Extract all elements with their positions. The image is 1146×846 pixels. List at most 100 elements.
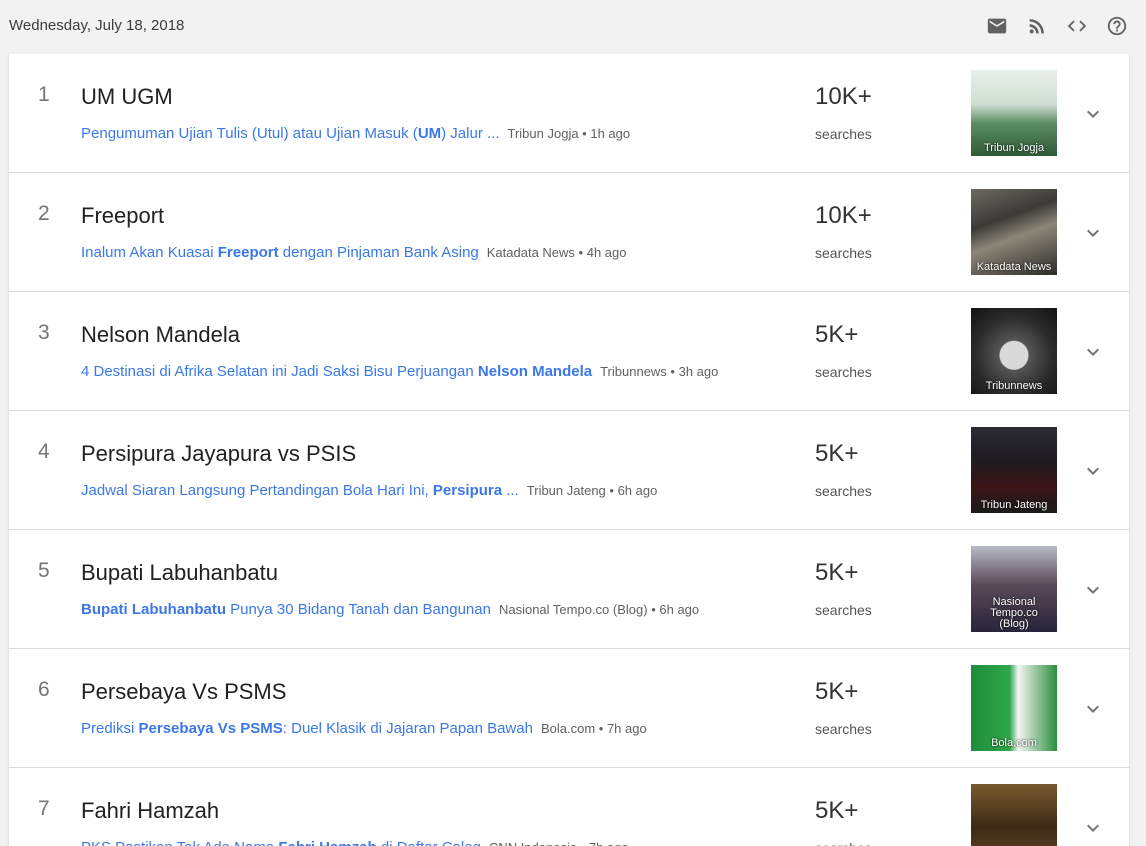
- news-thumbnail[interactable]: Tribun Jogja: [971, 70, 1057, 156]
- article-highlight: UM: [417, 125, 442, 142]
- trend-title[interactable]: Bupati Labuhanbatu: [81, 560, 278, 586]
- article-highlight: Persebaya Vs PSMS: [138, 720, 283, 737]
- article-source: Katadata News: [486, 245, 575, 260]
- trend-row[interactable]: 2 Freeport Inalum Akan Kuasai Freeport den…: [9, 173, 1129, 292]
- chevron-down-icon[interactable]: [1081, 459, 1105, 483]
- trend-title[interactable]: UM UGM: [81, 84, 173, 110]
- meta-separator: •: [577, 840, 589, 846]
- rss-icon[interactable]: [1025, 14, 1048, 38]
- trend-rank: 1: [38, 83, 50, 106]
- chevron-down-icon[interactable]: [1081, 221, 1105, 245]
- article-meta: Katadata News • 4h ago: [487, 245, 627, 260]
- search-count-label: searches: [815, 721, 872, 737]
- article-link[interactable]: Inalum Akan Kuasai Freeport dengan Pinja…: [81, 244, 479, 261]
- meta-separator: •: [595, 721, 607, 736]
- news-thumbnail[interactable]: Tribun Jateng: [971, 427, 1057, 513]
- meta-separator: •: [574, 245, 587, 260]
- news-thumbnail[interactable]: Bola.com: [971, 665, 1057, 751]
- trend-article: Jadwal Siaran Langsung Pertandingan Bola…: [81, 482, 657, 499]
- search-count: 5K+: [815, 321, 859, 348]
- article-source: Tribunnews: [600, 364, 667, 379]
- article-text: ) Jalur ...: [441, 125, 500, 142]
- article-text: Punya 30 Bidang Tanah dan Bangunan: [226, 601, 491, 618]
- chevron-down-icon[interactable]: [1081, 816, 1105, 840]
- trend-article: Prediksi Persebaya Vs PSMS: Duel Klasik …: [81, 720, 647, 737]
- article-link[interactable]: Prediksi Persebaya Vs PSMS: Duel Klasik …: [81, 720, 533, 737]
- chevron-down-icon[interactable]: [1081, 578, 1105, 602]
- trend-title[interactable]: Freeport: [81, 203, 164, 229]
- thumbnail-source: Tribunnews: [985, 380, 1043, 392]
- news-thumbnail[interactable]: Nasional Tempo.co (Blog): [971, 546, 1057, 632]
- thumbnail-source: Tribun Jateng: [980, 499, 1048, 511]
- search-count: 10K+: [815, 83, 872, 110]
- article-text: dengan Pinjaman Bank Asing: [278, 244, 479, 261]
- article-time: 7h ago: [589, 840, 629, 846]
- search-count-label: searches: [815, 483, 872, 499]
- article-text: ...: [502, 482, 519, 499]
- article-text: Jadwal Siaran Langsung Pertandingan Bola…: [81, 482, 433, 499]
- mail-icon[interactable]: [985, 14, 1008, 38]
- chevron-down-icon[interactable]: [1081, 697, 1105, 721]
- article-highlight: Nelson Mandela: [477, 363, 593, 380]
- article-text: Inalum Akan Kuasai: [81, 244, 218, 261]
- trend-title[interactable]: Fahri Hamzah: [81, 798, 219, 824]
- trend-article: 4 Destinasi di Afrika Selatan ini Jadi S…: [81, 363, 718, 380]
- article-meta: Nasional Tempo.co (Blog) • 6h ago: [499, 602, 699, 617]
- trend-row[interactable]: 4 Persipura Jayapura vs PSIS Jadwal Siaran…: [9, 411, 1129, 530]
- article-meta: Tribunnews • 3h ago: [600, 364, 718, 379]
- trend-title[interactable]: Persebaya Vs PSMS: [81, 679, 286, 705]
- search-count-label: searches: [815, 364, 872, 380]
- news-thumbnail[interactable]: Katadata News: [971, 189, 1057, 275]
- article-source: Bola.com: [540, 721, 596, 736]
- trend-rank: 3: [38, 321, 50, 344]
- trend-article: PKS Pastikan Tak Ada Nama Fahri Hamzah d…: [81, 839, 629, 846]
- trend-rank: 6: [38, 678, 50, 701]
- search-count-label: searches: [815, 840, 872, 846]
- article-link[interactable]: Jadwal Siaran Langsung Pertandingan Bola…: [81, 482, 519, 499]
- trend-rank: 5: [38, 559, 50, 582]
- news-thumbnail[interactable]: [971, 784, 1057, 846]
- trend-title[interactable]: Nelson Mandela: [81, 322, 240, 348]
- search-count-label: searches: [815, 245, 872, 261]
- article-time: 4h ago: [586, 245, 627, 260]
- thumbnail-source: Nasional Tempo.co (Blog): [990, 596, 1038, 630]
- meta-separator: •: [647, 602, 660, 617]
- trend-row[interactable]: 6 Persebaya Vs PSMS Prediksi Persebaya Vs …: [9, 649, 1129, 768]
- chevron-down-icon[interactable]: [1081, 102, 1105, 126]
- help-icon[interactable]: [1105, 14, 1128, 38]
- article-link[interactable]: 4 Destinasi di Afrika Selatan ini Jadi S…: [81, 363, 592, 380]
- trend-row[interactable]: 1 UM UGM Pengumuman Ujian Tulis (Utul) ata…: [9, 54, 1129, 173]
- trend-row[interactable]: 5 Bupati Labuhanbatu Bupati Labuhanbatu Pu…: [9, 530, 1129, 649]
- article-highlight: Bupati Labuhanbatu: [81, 601, 226, 618]
- search-count: 5K+: [815, 797, 859, 824]
- article-link[interactable]: Pengumuman Ujian Tulis (Utul) atau Ujian…: [81, 125, 500, 142]
- article-meta: CNN Indonesia • 7h ago: [489, 840, 629, 846]
- thumbnail-source: Bola.com: [991, 737, 1037, 749]
- article-link[interactable]: PKS Pastikan Tak Ada Nama Fahri Hamzah d…: [81, 839, 481, 846]
- article-time: 1h ago: [590, 126, 631, 141]
- thumbnail-source: Tribun Jogja: [983, 142, 1045, 154]
- search-count: 5K+: [815, 678, 859, 705]
- article-text: 4 Destinasi di Afrika Selatan ini Jadi S…: [81, 363, 478, 380]
- trend-article: Bupati Labuhanbatu Punya 30 Bidang Tanah…: [81, 601, 699, 618]
- article-text: PKS Pastikan Tak Ada Nama: [81, 839, 278, 846]
- code-icon[interactable]: [1065, 14, 1088, 38]
- article-link[interactable]: Bupati Labuhanbatu Punya 30 Bidang Tanah…: [81, 601, 491, 618]
- article-meta: Tribun Jogja • 1h ago: [508, 126, 631, 141]
- trend-row[interactable]: 3 Nelson Mandela 4 Destinasi di Afrika Sel…: [9, 292, 1129, 411]
- top-bar: Wednesday, July 18, 2018: [0, 0, 1146, 54]
- meta-separator: •: [666, 364, 679, 379]
- news-thumbnail[interactable]: Tribunnews: [971, 308, 1057, 394]
- meta-separator: •: [605, 483, 618, 498]
- article-time: 6h ago: [617, 483, 658, 498]
- search-count-label: searches: [815, 126, 872, 142]
- trend-row[interactable]: 7Fahri HamzahPKS Pastikan Tak Ada Nama F…: [9, 768, 1129, 846]
- article-time: 3h ago: [678, 364, 719, 379]
- article-time: 6h ago: [659, 602, 700, 617]
- chevron-down-icon[interactable]: [1081, 340, 1105, 364]
- article-meta: Bola.com • 7h ago: [541, 721, 647, 736]
- article-highlight: Fahri Hamzah: [278, 839, 376, 846]
- article-source: CNN Indonesia: [489, 840, 577, 846]
- trend-title[interactable]: Persipura Jayapura vs PSIS: [81, 441, 356, 467]
- article-text: Prediksi: [81, 720, 139, 737]
